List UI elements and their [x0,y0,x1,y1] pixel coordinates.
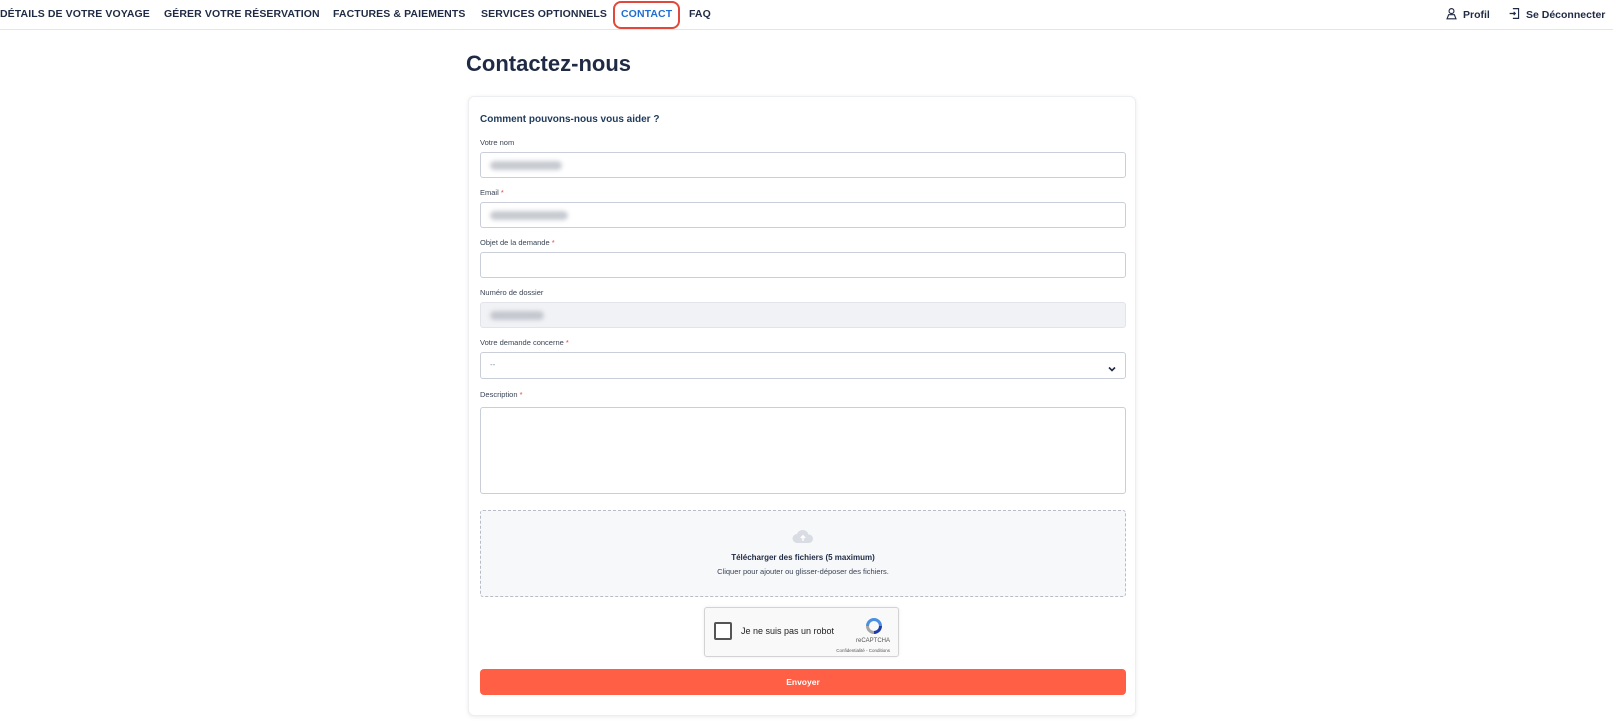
form-heading: Comment pouvons-nous vous aider ? [480,114,660,125]
logout-icon [1508,7,1521,23]
concern-select[interactable]: -- [480,352,1126,379]
recaptcha-links[interactable]: Confidentialité - Conditions [836,648,890,653]
logout-link[interactable]: Se Déconnecter [1508,7,1605,23]
recaptcha-brand: reCAPTCHA [855,638,890,644]
nav-item-travel-details[interactable]: DÉTAILS DE VOTRE VOYAGE [0,8,150,20]
email-label: Email * [480,188,504,197]
recaptcha-checkbox[interactable] [714,622,732,640]
recaptcha-label: Je ne suis pas un robot [741,626,835,636]
description-label: Description * [480,390,523,399]
upload-title: Télécharger des fichiers (5 maximum) [731,553,875,562]
submit-button[interactable]: Envoyer [480,669,1126,695]
top-navigation: DÉTAILS DE VOTRE VOYAGE GÉRER VOTRE RÉSE… [0,0,1613,30]
redacted-name-value [490,161,562,170]
name-label: Votre nom [480,138,515,147]
redacted-dossier-value [490,311,544,320]
profile-label: Profil [1463,9,1490,21]
logout-label: Se Déconnecter [1526,9,1606,21]
description-textarea[interactable] [480,407,1126,494]
recaptcha-widget: Je ne suis pas un robot reCAPTCHA Confid… [704,607,899,657]
redacted-email-value [490,211,568,220]
file-upload-dropzone[interactable]: Télécharger des fichiers (5 maximum) Cli… [480,510,1126,597]
profile-link[interactable]: Profil [1445,7,1490,23]
nav-item-contact[interactable]: CONTACT [621,8,672,20]
email-field[interactable] [480,202,1126,228]
dossier-field [480,302,1126,328]
subject-label: Objet de la demande * [480,238,555,247]
page-title: Contactez-nous [466,51,631,76]
upload-subtitle: Cliquer pour ajouter ou glisser-déposer … [717,567,889,576]
nav-item-manage-booking[interactable]: GÉRER VOTRE RÉSERVATION [164,8,320,20]
nav-item-invoices-payments[interactable]: FACTURES & PAIEMENTS [333,8,465,20]
subject-field[interactable] [480,252,1126,278]
user-icon [1445,7,1458,23]
nav-item-faq[interactable]: FAQ [689,8,711,20]
cloud-upload-icon [792,529,814,545]
nav-item-optional-services[interactable]: SERVICES OPTIONNELS [481,8,607,20]
recaptcha-logo-icon [863,616,885,636]
concern-select-value: -- [490,360,496,369]
contact-form-card: Comment pouvons-nous vous aider ? Votre … [468,96,1136,716]
chevron-down-icon [1107,361,1117,372]
dossier-label: Numéro de dossier [480,288,544,297]
name-field[interactable] [480,152,1126,178]
concern-label: Votre demande concerne * [480,338,569,347]
